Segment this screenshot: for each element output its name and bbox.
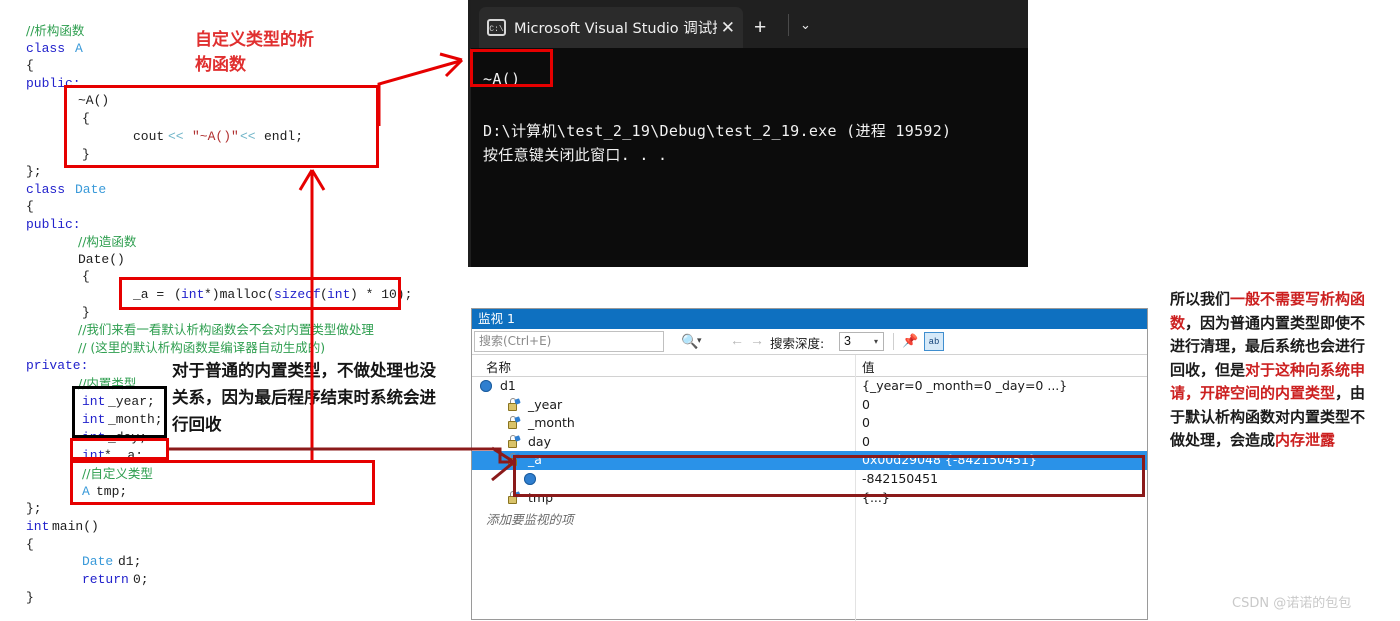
pointer-member-box	[70, 438, 169, 460]
debug-console-window: C:\ Microsoft Visual Studio 调试控 ✕ + ⌄ ~A…	[468, 0, 1028, 267]
right-note-segment: 所以我们	[1170, 290, 1231, 308]
watch-search-input[interactable]: 搜索(Ctrl+E)	[474, 331, 664, 352]
watch-add-item-hint[interactable]: 添加要监视的项	[486, 509, 574, 528]
code-token: {	[26, 537, 34, 552]
screenshot-root: //析构函数 class A{public: ~A(){cout << "~A()" <<…	[0, 0, 1400, 621]
column-header-value: 值	[862, 360, 875, 375]
right-annotation-note: 所以我们一般不需要写析构函数，因为普通内置类型即使不进行清理，最后系统也会进行回…	[1170, 288, 1366, 453]
code-token: //我们来看一看默认析构函数会不会对内置类型做处理	[78, 322, 374, 337]
code-token: {	[82, 269, 90, 284]
close-icon[interactable]: ✕	[721, 19, 735, 36]
new-tab-icon[interactable]: +	[754, 17, 766, 38]
code-token: //构造函数	[78, 234, 137, 249]
chevron-down-icon[interactable]: ⌄	[800, 18, 811, 31]
watch-row[interactable]: _month 0	[472, 414, 1147, 433]
code-token: };	[26, 501, 42, 516]
code-token: Date	[75, 182, 107, 197]
watch-row-name: day	[528, 433, 551, 449]
watch-toolbar: 搜索(Ctrl+E) 🔍 ▾ ← → 搜索深度: 3 ▾ 📌 ab	[472, 329, 1147, 355]
search-depth-label: 搜索深度:	[770, 336, 825, 351]
private-member-lock-icon	[508, 434, 521, 448]
code-token: 0;	[133, 572, 149, 587]
code-token: public:	[26, 217, 81, 232]
private-member-lock-icon	[508, 397, 521, 411]
search-next-icon[interactable]: →	[750, 332, 764, 348]
watch-row[interactable]: _year 0	[472, 396, 1147, 415]
console-tab-bar: C:\ Microsoft Visual Studio 调试控 ✕ + ⌄	[471, 0, 1028, 48]
watch-row-name: _month	[528, 415, 575, 431]
annotation-custom-type-title: 自定义类型的析 构函数	[195, 30, 314, 75]
code-token: //析构函数	[26, 23, 85, 38]
console-tab[interactable]: C:\ Microsoft Visual Studio 调试控 ✕	[479, 7, 743, 48]
code-token: Date	[82, 554, 114, 569]
code-token: {	[26, 199, 34, 214]
code-token: private:	[26, 358, 89, 373]
console-output-line: 按任意键关闭此窗口. . .	[483, 146, 668, 164]
watch-highlight-box	[513, 455, 1145, 497]
code-token: {	[26, 58, 34, 73]
code-token: class	[26, 41, 73, 56]
console-output-highlight-box	[470, 49, 553, 87]
watch-row-name: _year	[528, 396, 563, 412]
code-token: d1;	[118, 554, 142, 569]
code-token: // (这里的默认析构函数是编译器自动生成的)	[78, 340, 326, 355]
code-token: return	[82, 572, 129, 587]
watch-column-header: 名称 值	[472, 355, 1147, 377]
toolbar-divider	[893, 333, 894, 350]
watch-title: 监视 1	[472, 309, 1147, 329]
code-token: A	[75, 41, 83, 56]
console-icon: C:\	[487, 19, 506, 36]
watch-row-value: 0	[862, 396, 870, 412]
watch-row[interactable]: day 0	[472, 433, 1147, 452]
code-token: }	[26, 590, 34, 605]
annotation-builtin-note: 对于普通的内置类型，不做处理也没 关系，因为最后程序结束时系统会进 行回收	[172, 361, 436, 434]
code-token: int	[26, 519, 50, 534]
watch-row-value: 0	[862, 433, 870, 449]
code-token: class	[26, 182, 73, 197]
search-options-chevron-icon[interactable]: ▾	[697, 335, 702, 346]
column-header-name: 名称	[486, 360, 512, 375]
console-output: ~A() D:\计算机\test_2_19\Debug\test_2_19.exe…	[471, 48, 1028, 267]
right-note-segment: 内存泄露	[1275, 431, 1336, 449]
tabbar-divider	[788, 14, 789, 36]
watch-row-value: {_year=0 _month=0 _day=0 ...}	[862, 378, 1068, 393]
pin-icon[interactable]: 📌	[902, 333, 918, 349]
code-token: Date()	[78, 252, 125, 267]
watch-row-value: 0	[862, 415, 870, 431]
code-token: }	[82, 305, 90, 320]
magnifier-icon[interactable]: 🔍	[681, 332, 698, 351]
code-token: };	[26, 164, 42, 179]
watch-row-name: d1	[500, 378, 516, 393]
watch-row[interactable]: d1 {_year=0 _month=0 _day=0 ...}	[472, 377, 1147, 396]
destructor-code-box	[64, 85, 379, 168]
custom-type-box	[70, 460, 375, 505]
code-token: main()	[52, 519, 99, 534]
console-tab-title: Microsoft Visual Studio 调试控	[514, 21, 717, 37]
globe-icon	[480, 380, 492, 392]
malloc-code-box	[119, 277, 401, 310]
builtin-members-box	[72, 386, 167, 438]
console-output-line: D:\计算机\test_2_19\Debug\test_2_19.exe (进程…	[483, 122, 952, 140]
right-note-segment: 一般不需要写	[1230, 290, 1321, 308]
private-member-lock-icon	[508, 416, 521, 430]
depth-chevron-down-icon[interactable]: ▾	[874, 337, 878, 346]
hex-display-icon[interactable]: ab	[924, 332, 944, 351]
search-prev-icon[interactable]: ←	[730, 332, 744, 348]
watermark: CSDN @诺诺的包包	[1232, 596, 1352, 611]
